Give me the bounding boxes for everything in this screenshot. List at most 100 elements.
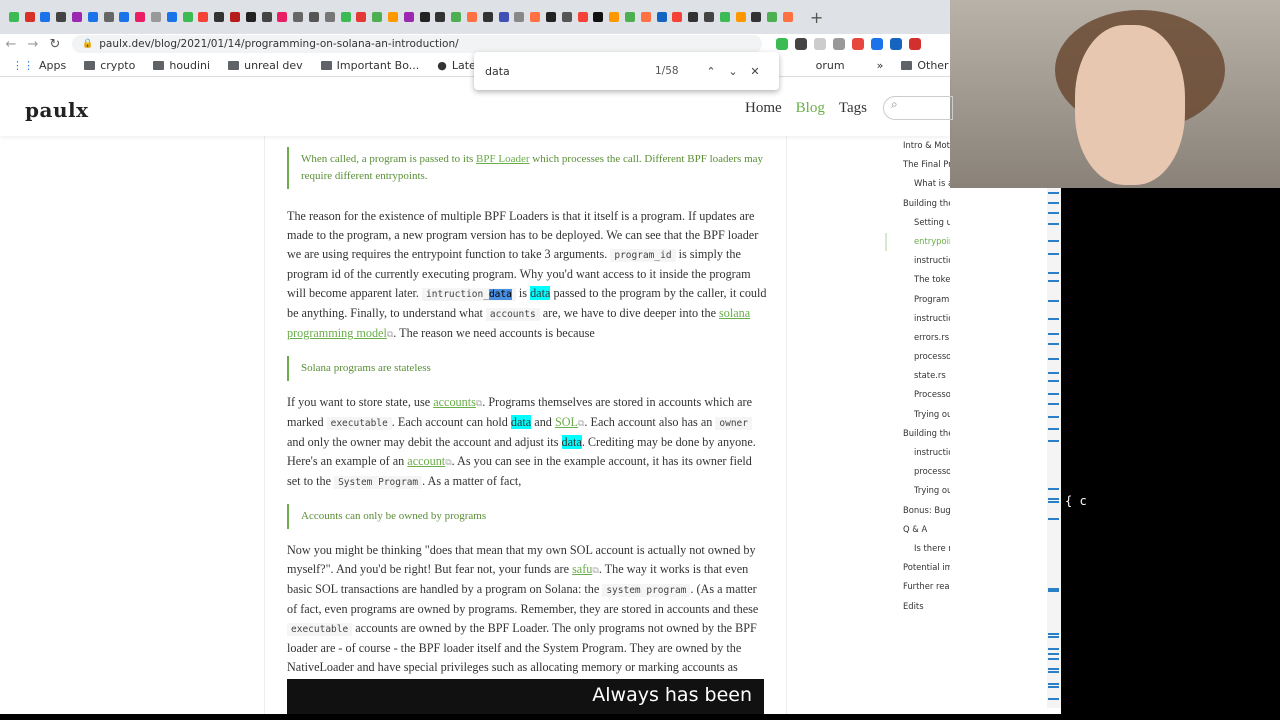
bookmarks-overflow[interactable]: »	[877, 59, 884, 72]
link-accounts[interactable]: accounts	[433, 395, 476, 409]
toc-item[interactable]: What is a	[903, 174, 950, 193]
browser-tab[interactable]	[638, 10, 654, 24]
browser-tab[interactable]	[38, 10, 54, 24]
bookmark-link[interactable]: orum	[816, 59, 845, 72]
new-tab-button[interactable]: +	[810, 8, 823, 27]
browser-tab[interactable]	[275, 10, 291, 24]
site-search-input[interactable]: ⌕	[883, 96, 953, 120]
browser-tab[interactable]	[527, 10, 543, 24]
extension-icon[interactable]	[776, 38, 788, 50]
browser-tab[interactable]	[132, 10, 148, 24]
toc-item[interactable]: Edits	[903, 597, 950, 616]
toc-item[interactable]: The token program Part 1	[903, 270, 950, 289]
extension-icon[interactable]	[890, 38, 902, 50]
browser-tab[interactable]	[259, 10, 275, 24]
browser-tab[interactable]	[606, 10, 622, 24]
find-input[interactable]: data	[485, 65, 655, 78]
chevron-up-icon[interactable]: ⌃	[700, 65, 722, 78]
toc-item[interactable]: Building the escrow program - ...	[903, 194, 950, 213]
browser-tab[interactable]	[512, 10, 528, 24]
bookmark-folder[interactable]: crypto	[84, 59, 135, 72]
browser-tab[interactable]	[748, 10, 764, 24]
browser-tab[interactable]	[590, 10, 606, 24]
chevron-down-icon[interactable]: ⌄	[722, 65, 744, 78]
toc-item[interactable]: Bonus: Bugfixing!	[903, 501, 950, 520]
extension-icon[interactable]	[871, 38, 883, 50]
toc-item[interactable]: Trying out the program, und...	[903, 405, 950, 424]
browser-tab[interactable]	[575, 10, 591, 24]
toc-item[interactable]: Is there really a need for a te...	[903, 539, 950, 558]
toc-item[interactable]: Building the escrow program - ...	[903, 424, 950, 443]
browser-tab[interactable]	[290, 10, 306, 24]
close-icon[interactable]: ✕	[744, 65, 766, 78]
toc-item[interactable]: Trying out the program, und...	[903, 481, 950, 500]
toc-item[interactable]: Program Derived Addresses ...	[903, 290, 950, 309]
toc-item[interactable]: Intro & Moti	[903, 136, 950, 155]
toc-item[interactable]: state.rs	[903, 366, 950, 385]
browser-tab[interactable]	[322, 10, 338, 24]
toc-item[interactable]: Processor Part 2, PDAs Part ...	[903, 385, 950, 404]
browser-tab[interactable]	[385, 10, 401, 24]
editor-minimap[interactable]	[1047, 188, 1061, 708]
toc-item[interactable]: Potential improvements	[903, 558, 950, 577]
toc-item[interactable]: Q & A	[903, 520, 950, 539]
browser-tab[interactable]	[433, 10, 449, 24]
browser-tab[interactable]	[6, 10, 22, 24]
browser-tab[interactable]	[717, 10, 733, 24]
extension-icon[interactable]	[852, 38, 864, 50]
browser-tab[interactable]	[354, 10, 370, 24]
bookmark-folder[interactable]: Important Bo...	[320, 59, 419, 72]
browser-tab[interactable]	[69, 10, 85, 24]
toc-item[interactable]: processor.rs Part 1, Rent Par...	[903, 347, 950, 366]
browser-tab[interactable]	[764, 10, 780, 24]
link-bpf-loader[interactable]: BPF Loader	[476, 153, 529, 165]
browser-tab[interactable]	[227, 10, 243, 24]
browser-tab[interactable]	[669, 10, 685, 24]
browser-tab[interactable]	[306, 10, 322, 24]
browser-tab[interactable]	[780, 10, 796, 24]
toc-item[interactable]: instruction.rs Part 2	[903, 309, 950, 328]
nav-tags[interactable]: Tags	[839, 100, 867, 117]
browser-tab[interactable]	[480, 10, 496, 24]
browser-tab[interactable]	[654, 10, 670, 24]
browser-tab[interactable]	[701, 10, 717, 24]
link-sol[interactable]: SOL	[555, 415, 578, 429]
extension-icon[interactable]	[833, 38, 845, 50]
link-safu[interactable]: safu	[572, 562, 592, 576]
toc-item[interactable]: processor Part 3, PDAs Part 3	[903, 462, 950, 481]
browser-tab[interactable]	[464, 10, 480, 24]
extension-icon[interactable]	[814, 38, 826, 50]
browser-tab[interactable]	[196, 10, 212, 24]
browser-tab[interactable]	[622, 10, 638, 24]
browser-tab[interactable]	[733, 10, 749, 24]
toc-item[interactable]: Setting up the project	[903, 213, 950, 232]
toc-item[interactable]: instruction.rs Part 3, underst...	[903, 443, 950, 462]
nav-blog[interactable]: Blog	[796, 100, 825, 117]
browser-tab[interactable]	[101, 10, 117, 24]
back-icon[interactable]: ←	[0, 37, 22, 52]
browser-tab[interactable]	[401, 10, 417, 24]
browser-tab[interactable]	[448, 10, 464, 24]
toc-item[interactable]: Further reading	[903, 577, 950, 596]
extension-icon[interactable]	[795, 38, 807, 50]
browser-tab[interactable]	[496, 10, 512, 24]
browser-tab[interactable]	[369, 10, 385, 24]
browser-tab[interactable]	[117, 10, 133, 24]
browser-tab[interactable]	[53, 10, 69, 24]
browser-tab[interactable]	[243, 10, 259, 24]
browser-tab[interactable]	[685, 10, 701, 24]
browser-tab[interactable]	[338, 10, 354, 24]
address-bar[interactable]: 🔒 paulx.dev/blog/2021/01/14/programming-…	[72, 35, 762, 53]
bookmark-folder[interactable]: unreal dev	[228, 59, 303, 72]
toc-item[interactable]: instruction.rs Part 1, general ...	[903, 251, 950, 270]
site-logo[interactable]: paulx	[25, 98, 89, 122]
browser-tab[interactable]	[85, 10, 101, 24]
nav-home[interactable]: Home	[745, 100, 782, 117]
browser-tab[interactable]	[417, 10, 433, 24]
browser-tab[interactable]	[164, 10, 180, 24]
extension-icon[interactable]	[909, 38, 921, 50]
browser-tab[interactable]	[22, 10, 38, 24]
link-account[interactable]: account	[407, 454, 445, 468]
toc-item[interactable]: entrypoint.rs, programs, and...	[903, 232, 950, 251]
bookmark-apps[interactable]: ⋮⋮ Apps	[12, 59, 66, 72]
